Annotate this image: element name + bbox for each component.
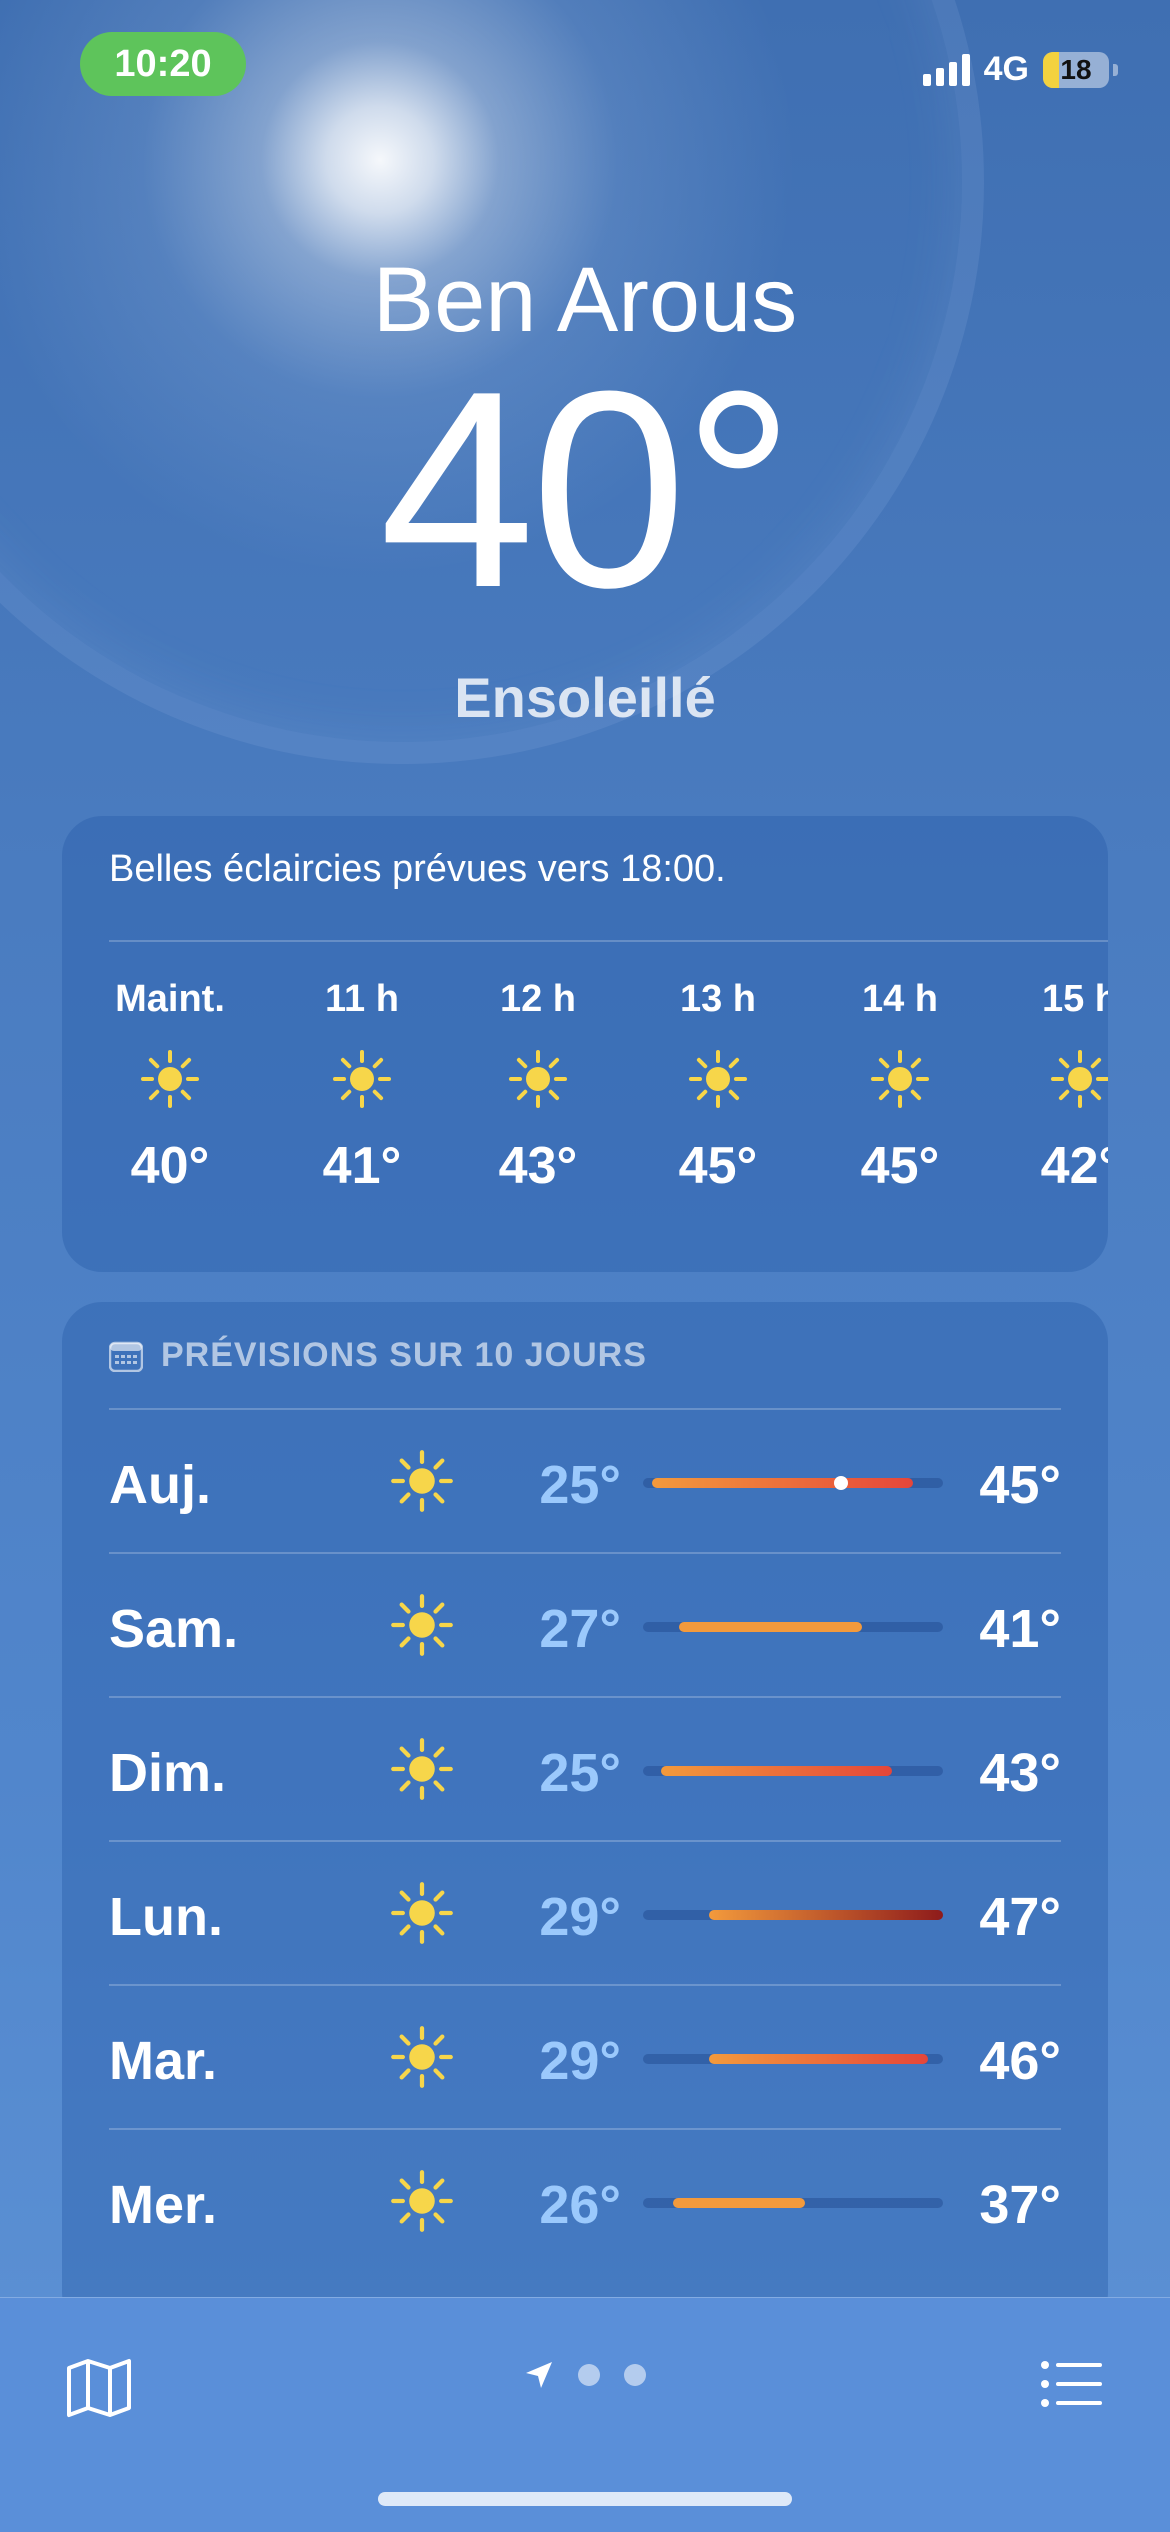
current-temperature: 40° bbox=[379, 334, 794, 646]
day-high-temperature: 37° bbox=[979, 2175, 1061, 2235]
daily-row[interactable]: Dim. 25° 43° bbox=[109, 1696, 1061, 1842]
cellular-signal-icon bbox=[922, 53, 970, 86]
hour-label: Maint. bbox=[115, 978, 225, 1020]
day-low-temperature: 26° bbox=[539, 2175, 621, 2235]
sun-icon bbox=[391, 1594, 453, 1656]
hourly-item: 11 h 41° bbox=[282, 978, 442, 1196]
current-temperature-marker bbox=[834, 1476, 848, 1490]
hour-temperature: 42° bbox=[1040, 1137, 1108, 1195]
list-icon[interactable] bbox=[1040, 2360, 1104, 2408]
hour-label: 15 h bbox=[1041, 978, 1108, 1020]
temperature-range-fill bbox=[652, 1478, 913, 1488]
daily-row[interactable]: Sam. 27° 41° bbox=[109, 1552, 1061, 1698]
status-indicators: 4G 18 bbox=[922, 50, 1118, 89]
daily-forecast-card[interactable]: PRÉVISIONS SUR 10 JOURS Auj. 25° 45° Sam. 27… bbox=[62, 1302, 1108, 2332]
daily-forecast-title: PRÉVISIONS SUR 10 JOURS bbox=[161, 1336, 647, 1374]
temperature-range-bar bbox=[643, 2054, 943, 2064]
battery-level: 18 bbox=[1060, 53, 1092, 85]
sun-icon bbox=[333, 1050, 391, 1108]
temperature-range-bar bbox=[643, 1766, 943, 1776]
day-name: Mar. bbox=[109, 2031, 218, 2091]
hour-temperature: 45° bbox=[678, 1137, 758, 1195]
hourly-item: 13 h 45° bbox=[638, 978, 798, 1196]
hour-temperature: 43° bbox=[498, 1137, 578, 1195]
daily-forecast-header: PRÉVISIONS SUR 10 JOURS bbox=[109, 1336, 647, 1375]
temperature-range-fill bbox=[679, 1622, 862, 1632]
day-high-temperature: 45° bbox=[979, 1455, 1061, 1515]
daily-row[interactable]: Lun. 29° 47° bbox=[109, 1840, 1061, 1986]
hourly-forecast-card[interactable]: Belles éclaircies prévues vers 18:00. Ma… bbox=[62, 816, 1108, 1272]
day-high-temperature: 47° bbox=[979, 1887, 1061, 1947]
day-low-temperature: 25° bbox=[539, 1455, 621, 1515]
day-name: Auj. bbox=[109, 1455, 211, 1515]
temperature-range-fill bbox=[673, 2198, 805, 2208]
hourly-summary: Belles éclaircies prévues vers 18:00. bbox=[109, 848, 726, 890]
sun-icon bbox=[871, 1050, 929, 1108]
sun-icon bbox=[391, 1450, 453, 1512]
temperature-range-bar bbox=[643, 2198, 943, 2208]
calendar-icon bbox=[109, 1341, 143, 1372]
temperature-range-bar bbox=[643, 1622, 943, 1632]
hour-temperature: 45° bbox=[860, 1137, 940, 1195]
daily-row[interactable]: Auj. 25° 45° bbox=[109, 1408, 1061, 1554]
page-dot[interactable] bbox=[624, 2364, 646, 2386]
current-condition: Ensoleillé bbox=[454, 666, 716, 729]
day-high-temperature: 46° bbox=[979, 2031, 1061, 2091]
hourly-item: Maint. 40° bbox=[90, 978, 250, 1196]
page-dot[interactable] bbox=[578, 2364, 600, 2386]
divider bbox=[109, 940, 1108, 942]
home-indicator[interactable] bbox=[378, 2492, 792, 2506]
daily-row[interactable]: Mer. 26° 37° bbox=[109, 2128, 1061, 2274]
day-name: Dim. bbox=[109, 1743, 227, 1803]
hour-temperature: 41° bbox=[322, 1137, 402, 1195]
temperature-range-fill bbox=[709, 1910, 943, 1920]
day-high-temperature: 43° bbox=[979, 1743, 1061, 1803]
sun-icon bbox=[391, 1738, 453, 1800]
day-low-temperature: 29° bbox=[539, 1887, 621, 1947]
hour-label: 11 h bbox=[325, 978, 399, 1020]
sun-icon bbox=[391, 2170, 453, 2232]
sun-icon bbox=[391, 2026, 453, 2088]
battery-icon: 18 bbox=[1043, 51, 1109, 88]
hour-label: 14 h bbox=[861, 978, 939, 1020]
hourly-item: 12 h 43° bbox=[458, 978, 618, 1196]
location-arrow-icon[interactable] bbox=[524, 2360, 554, 2390]
sun-icon bbox=[391, 1882, 453, 1944]
sun-icon bbox=[689, 1050, 747, 1108]
status-time: 10:20 bbox=[80, 32, 246, 96]
day-high-temperature: 41° bbox=[979, 1599, 1061, 1659]
day-low-temperature: 29° bbox=[539, 2031, 621, 2091]
bottom-toolbar bbox=[0, 2297, 1170, 2532]
sun-icon bbox=[509, 1050, 567, 1108]
day-name: Mer. bbox=[109, 2175, 218, 2235]
hourly-item: 15 h 42° bbox=[1000, 978, 1108, 1196]
temperature-range-fill bbox=[709, 2054, 928, 2064]
day-low-temperature: 27° bbox=[539, 1599, 621, 1659]
day-name: Lun. bbox=[109, 1887, 223, 1947]
battery-tip bbox=[1113, 63, 1118, 76]
day-low-temperature: 25° bbox=[539, 1743, 621, 1803]
hour-label: 13 h bbox=[679, 978, 757, 1020]
sun-icon bbox=[1051, 1050, 1108, 1108]
network-type: 4G bbox=[983, 50, 1029, 88]
day-name: Sam. bbox=[109, 1599, 239, 1659]
hour-label: 12 h bbox=[499, 978, 577, 1020]
page-indicator[interactable] bbox=[0, 2360, 1170, 2390]
temperature-range-fill bbox=[661, 1766, 892, 1776]
temperature-range-bar bbox=[643, 1910, 943, 1920]
hourly-item: 14 h 45° bbox=[820, 978, 980, 1196]
sun-icon bbox=[141, 1050, 199, 1108]
daily-row[interactable]: Mar. 29° 46° bbox=[109, 1984, 1061, 2130]
hour-temperature: 40° bbox=[130, 1137, 210, 1195]
temperature-range-bar bbox=[643, 1476, 943, 1490]
